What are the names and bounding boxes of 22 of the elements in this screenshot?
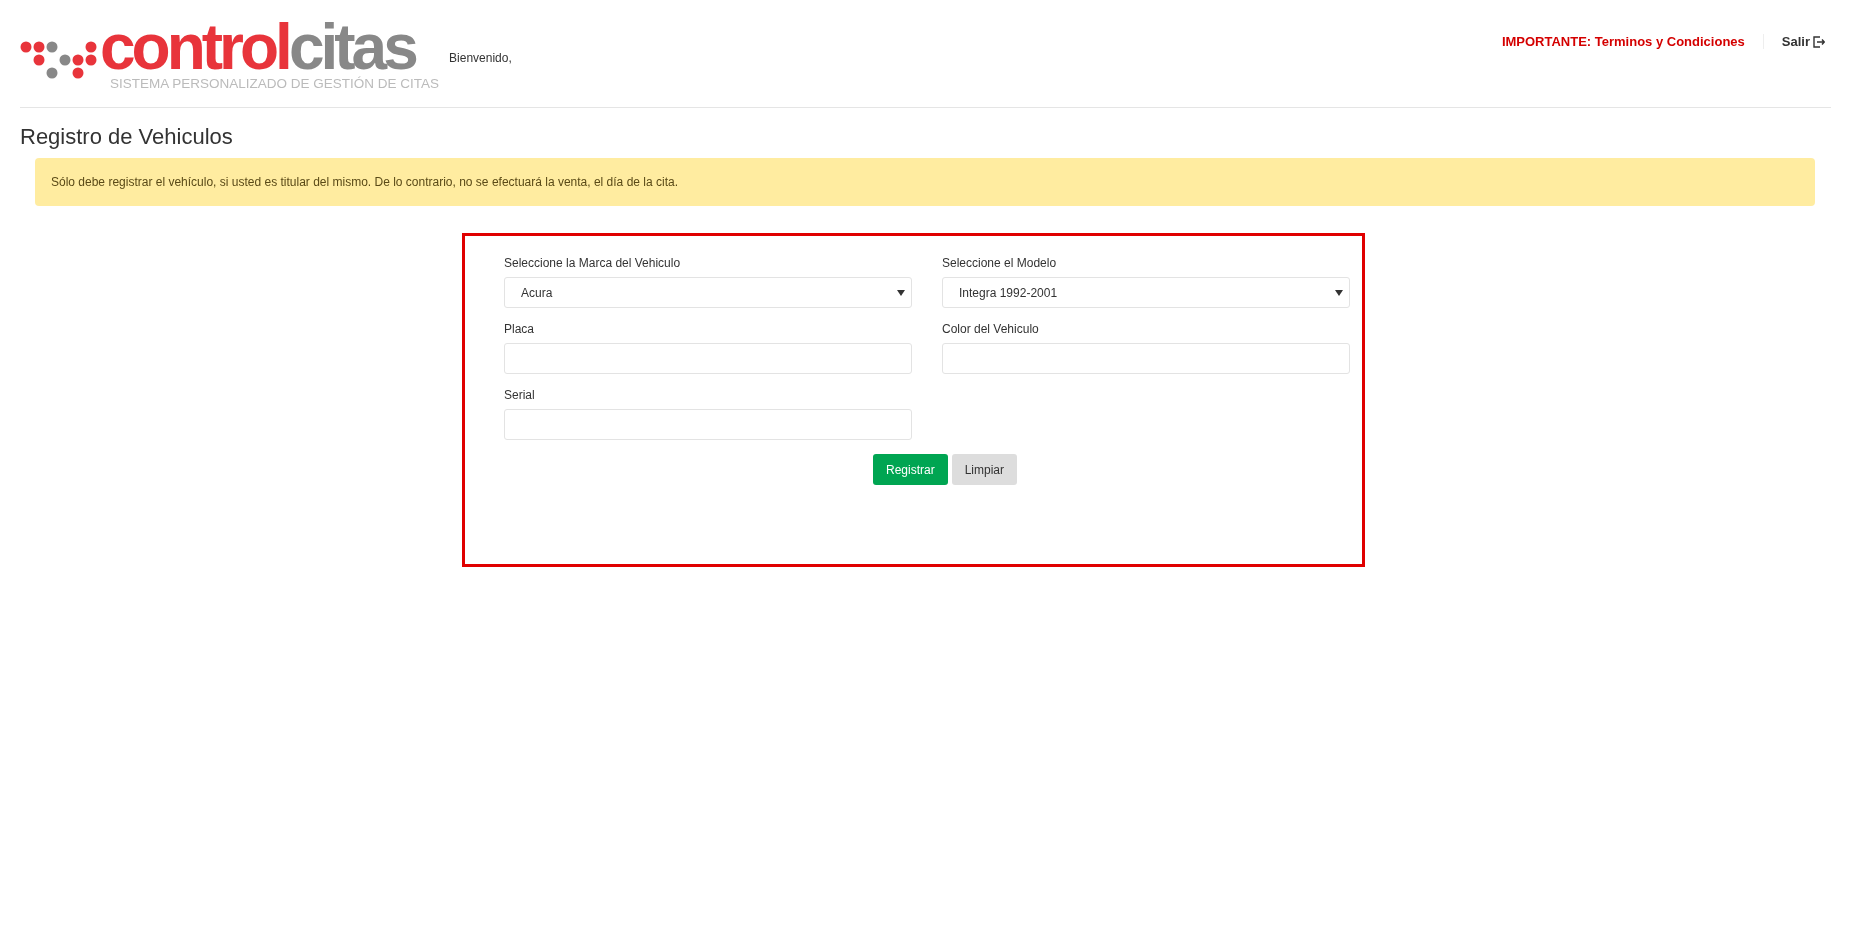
select-field[interactable]: Acura bbox=[504, 277, 912, 308]
warning-alert: Sólo debe registrar el vehículo, si usted es titular del mismo. De lo contrario, no se efectuará la venta, el día de la cita. bbox=[35, 158, 1815, 206]
caret-icon bbox=[897, 289, 905, 296]
field-label: Seleccione el Modelo bbox=[942, 256, 1058, 270]
field-label: Seleccione la Marca del Vehiculo bbox=[504, 256, 682, 270]
page-title: Registro de Vehiculos bbox=[20, 124, 234, 150]
select-field[interactable]: Integra 1992-2001 bbox=[942, 277, 1350, 308]
caret-icon bbox=[1335, 289, 1343, 296]
field-label: Color del Vehiculo bbox=[942, 322, 1040, 336]
exit-icon bbox=[1813, 35, 1825, 48]
greeting-text: Bienvenido, bbox=[449, 51, 512, 65]
logo-wordmark: citas bbox=[288, 20, 415, 74]
input-field[interactable] bbox=[942, 343, 1350, 374]
field-label: Serial bbox=[504, 388, 536, 402]
logo-wordmark: control bbox=[100, 20, 289, 74]
input-field[interactable] bbox=[504, 343, 912, 374]
logo-tagline: SISTEMA PERSONALIZADO DE GESTIÓN DE CITAS bbox=[110, 76, 440, 91]
input-field[interactable] bbox=[504, 409, 912, 440]
clear-button[interactable]: Limpiar bbox=[951, 454, 1017, 485]
field-label: Placa bbox=[504, 322, 536, 336]
terms-link[interactable]: IMPORTANTE: Terminos y Condiciones bbox=[1501, 34, 1764, 49]
logout-link[interactable]: Salir bbox=[1781, 34, 1825, 49]
